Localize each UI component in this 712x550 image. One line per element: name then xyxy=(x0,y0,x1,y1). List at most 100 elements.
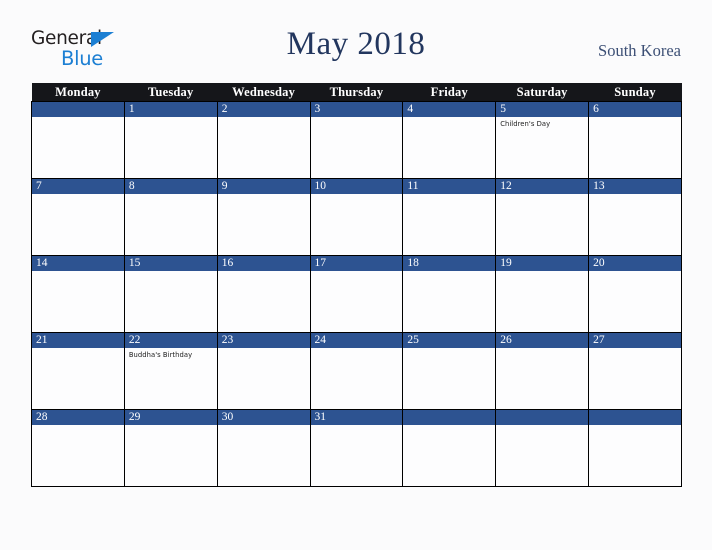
calendar-day-cell[interactable]: 17 xyxy=(309,255,404,333)
weekday-header-row: Monday Tuesday Wednesday Thursday Friday… xyxy=(31,83,682,102)
day-number: 1 xyxy=(124,102,217,117)
calendar-day-cell[interactable]: 10 xyxy=(309,178,404,256)
day-number: 26 xyxy=(496,333,589,348)
calendar-day-cell[interactable]: 15 xyxy=(123,255,218,333)
calendar-day-cell[interactable]: 24 xyxy=(309,332,404,410)
day-number xyxy=(403,410,496,425)
day-cell-body xyxy=(32,425,124,428)
day-number xyxy=(32,102,124,117)
day-cell-body xyxy=(218,425,310,428)
day-cell-body xyxy=(403,194,495,197)
calendar-day-cell[interactable]: 30 xyxy=(216,409,311,487)
day-number: 15 xyxy=(124,256,217,271)
weekday-header-friday: Friday xyxy=(402,83,496,102)
calendar-day-cell[interactable]: 1 xyxy=(123,101,218,179)
day-cell-body xyxy=(218,271,310,274)
day-number: 12 xyxy=(496,179,589,194)
calendar-day-cell[interactable]: 7 xyxy=(31,178,125,256)
day-cell-body xyxy=(311,117,403,120)
calendar-header-row: Monday Tuesday Wednesday Thursday Friday… xyxy=(31,83,682,102)
day-number: 13 xyxy=(589,179,681,194)
calendar-week-row: 7 8 9 10 11 12 13 xyxy=(31,178,682,256)
day-cell-body xyxy=(589,271,681,274)
calendar-day-cell[interactable] xyxy=(402,409,497,487)
calendar-day-cell[interactable]: 28 xyxy=(31,409,125,487)
calendar-day-cell[interactable] xyxy=(495,409,590,487)
calendar-day-cell[interactable]: 14 xyxy=(31,255,125,333)
calendar-day-cell[interactable]: 8 xyxy=(123,178,218,256)
day-cell-body xyxy=(311,194,403,197)
day-number: 25 xyxy=(403,333,496,348)
day-number: 17 xyxy=(310,256,403,271)
day-number: 3 xyxy=(310,102,403,117)
day-cell-body xyxy=(125,117,217,120)
day-cell-body xyxy=(32,271,124,274)
holiday-event-label: Children's Day xyxy=(500,120,551,128)
day-cell-body xyxy=(311,425,403,428)
calendar-day-cell[interactable]: 27 xyxy=(588,332,682,410)
weekday-header-tuesday: Tuesday xyxy=(124,83,218,102)
calendar-day-cell[interactable]: 6 xyxy=(588,101,682,179)
calendar-body: 1 2 3 4 5 Children's Day 6 7 8 9 10 11 12 13 14 15 16 17 1… xyxy=(31,101,682,487)
day-cell-body xyxy=(403,425,495,428)
calendar-day-cell[interactable]: 25 xyxy=(402,332,497,410)
calendar-day-cell[interactable]: 26 xyxy=(495,332,590,410)
day-number: 16 xyxy=(217,256,310,271)
day-number: 4 xyxy=(403,102,496,117)
day-cell-body xyxy=(125,425,217,428)
day-cell-body xyxy=(496,194,588,197)
day-number: 21 xyxy=(32,333,124,348)
day-number: 31 xyxy=(310,410,403,425)
calendar-day-cell[interactable]: 3 xyxy=(309,101,404,179)
calendar-day-cell[interactable]: 22 Buddha's Birthday xyxy=(123,332,218,410)
calendar-day-cell[interactable]: 21 xyxy=(31,332,125,410)
day-cell-body xyxy=(125,271,217,274)
calendar-day-cell[interactable]: 12 xyxy=(495,178,590,256)
day-cell-body xyxy=(403,117,495,120)
calendar-day-cell[interactable]: 13 xyxy=(588,178,682,256)
calendar-week-row: 14 15 16 17 18 19 20 xyxy=(31,255,682,333)
calendar-day-cell[interactable]: 16 xyxy=(216,255,311,333)
day-number: 23 xyxy=(217,333,310,348)
calendar-week-row: 1 2 3 4 5 Children's Day 6 xyxy=(31,101,682,179)
day-cell-body xyxy=(589,194,681,197)
day-cell-body xyxy=(218,348,310,351)
calendar-day-cell[interactable]: 20 xyxy=(588,255,682,333)
weekday-header-monday: Monday xyxy=(31,83,125,102)
day-cell-body xyxy=(311,271,403,274)
day-cell-body xyxy=(589,348,681,351)
day-cell-body xyxy=(218,117,310,120)
region-label: South Korea xyxy=(598,41,681,60)
calendar-day-cell[interactable]: 4 xyxy=(402,101,497,179)
day-cell-body xyxy=(496,348,588,351)
calendar-day-cell[interactable]: 31 xyxy=(309,409,404,487)
calendar-day-cell[interactable] xyxy=(588,409,682,487)
calendar-day-cell[interactable]: 29 xyxy=(123,409,218,487)
calendar-day-cell[interactable]: 11 xyxy=(402,178,497,256)
day-number: 20 xyxy=(589,256,681,271)
day-number: 11 xyxy=(403,179,496,194)
calendar-day-cell[interactable]: 5 Children's Day xyxy=(495,101,590,179)
calendar-day-cell[interactable] xyxy=(31,101,125,179)
day-cell-body xyxy=(496,271,588,274)
day-cell-body xyxy=(403,271,495,274)
day-cell-body xyxy=(125,194,217,197)
day-cell-body: Children's Day xyxy=(496,117,588,129)
day-number: 24 xyxy=(310,333,403,348)
day-cell-body xyxy=(589,117,681,120)
day-number xyxy=(496,410,589,425)
day-number: 9 xyxy=(217,179,310,194)
calendar-week-row: 28 29 30 31 xyxy=(31,409,682,487)
day-number: 14 xyxy=(32,256,124,271)
calendar-day-cell[interactable]: 9 xyxy=(216,178,311,256)
calendar-day-cell[interactable]: 2 xyxy=(216,101,311,179)
calendar-day-cell[interactable]: 18 xyxy=(402,255,497,333)
calendar-day-cell[interactable]: 23 xyxy=(216,332,311,410)
calendar-grid: Monday Tuesday Wednesday Thursday Friday… xyxy=(31,83,682,487)
holiday-event-label: Buddha's Birthday xyxy=(128,351,193,359)
day-number: 6 xyxy=(589,102,681,117)
day-number: 18 xyxy=(403,256,496,271)
day-cell-body xyxy=(311,348,403,351)
day-cell-body xyxy=(496,425,588,428)
calendar-day-cell[interactable]: 19 xyxy=(495,255,590,333)
